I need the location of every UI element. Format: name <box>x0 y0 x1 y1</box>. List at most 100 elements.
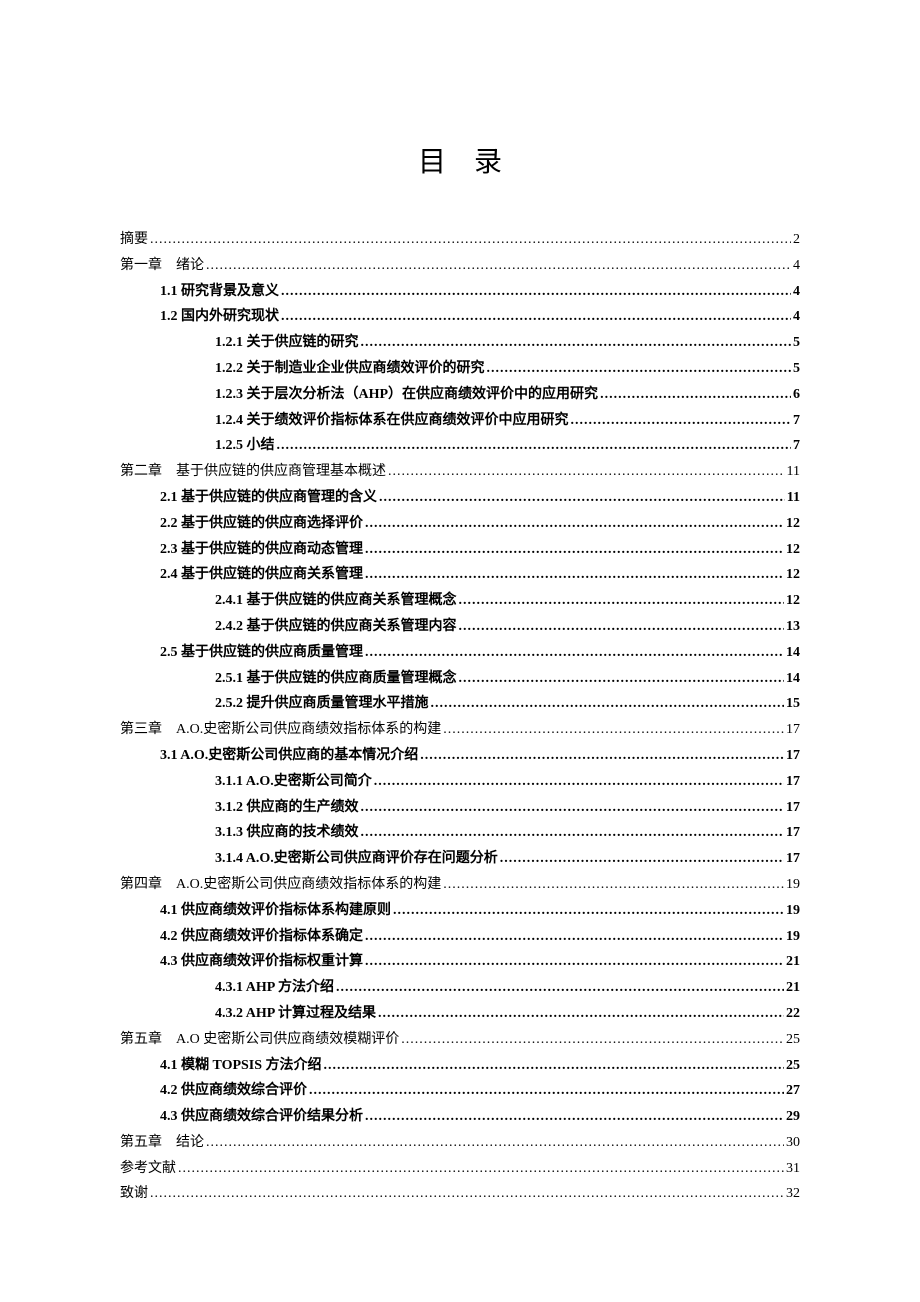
toc-entry-label: 1.2.1 关于供应链的研究 <box>215 331 359 355</box>
toc-entry-label: 致谢 <box>120 1182 148 1206</box>
toc-entry-page: 21 <box>786 950 800 974</box>
toc-leader-dots <box>336 976 784 1000</box>
toc-entry-label: 1.2.3 关于层次分析法（AHP）在供应商绩效评价中的应用研究 <box>215 383 598 407</box>
toc-entry: 3.1.1 A.O.史密斯公司简介 17 <box>120 770 800 794</box>
toc-entry-page: 19 <box>786 899 800 923</box>
toc-entry-page: 31 <box>786 1157 800 1181</box>
toc-leader-dots <box>393 899 784 923</box>
toc-leader-dots <box>378 1002 784 1026</box>
toc-entry-suffix: A.O.史密斯公司供应商绩效指标体系的构建 <box>176 718 441 742</box>
toc-entry-page: 30 <box>786 1131 800 1155</box>
toc-entry: 致谢32 <box>120 1182 800 1206</box>
toc-entry-label: 2.4.2 基于供应链的供应商关系管理内容 <box>215 615 457 639</box>
toc-leader-dots <box>150 1182 784 1206</box>
toc-entry-page: 25 <box>786 1054 800 1078</box>
toc-entry-label: 2.5.2 提升供应商质量管理水平措施 <box>215 692 429 716</box>
toc-leader-dots <box>420 744 784 768</box>
toc-entry-label: 2.5.1 基于供应链的供应商质量管理概念 <box>215 667 457 691</box>
toc-leader-dots <box>374 770 784 794</box>
toc-entry-page: 11 <box>787 486 800 510</box>
toc-entry-label: 第五章 <box>120 1131 162 1155</box>
toc-entry-page: 12 <box>786 563 800 587</box>
toc-entry-label: 3.1.2 供应商的生产绩效 <box>215 796 359 820</box>
toc-leader-dots <box>500 847 784 871</box>
toc-entry-label: 3.1.3 供应商的技术绩效 <box>215 821 359 845</box>
toc-entry-page: 14 <box>786 667 800 691</box>
toc-entry-label: 第三章 <box>120 718 162 742</box>
toc-entry: 1.2.2 关于制造业企业供应商绩效评价的研究 5 <box>120 357 800 381</box>
toc-entry: 4.2 供应商绩效综合评价 27 <box>120 1079 800 1103</box>
toc-entry-page: 4 <box>793 254 800 278</box>
toc-entry-page: 4 <box>793 280 800 304</box>
toc-entry-label: 4.2 供应商绩效综合评价 <box>160 1079 307 1103</box>
toc-entry-page: 22 <box>786 1002 800 1026</box>
toc-leader-dots <box>459 615 785 639</box>
toc-entry-page: 12 <box>786 589 800 613</box>
toc-entry-label: 2.2 基于供应链的供应商选择评价 <box>160 512 363 536</box>
toc-entry: 4.1 模糊 TOPSIS 方法介绍 25 <box>120 1054 800 1078</box>
toc-entry: 第四章A.O.史密斯公司供应商绩效指标体系的构建19 <box>120 873 800 897</box>
toc-entry: 参考文献 31 <box>120 1157 800 1181</box>
toc-entry-label: 1.2.2 关于制造业企业供应商绩效评价的研究 <box>215 357 485 381</box>
toc-entry-label: 4.2 供应商绩效评价指标体系确定 <box>160 925 363 949</box>
toc-leader-dots <box>365 950 784 974</box>
toc-leader-dots <box>379 486 785 510</box>
toc-entry: 2.4 基于供应链的供应商关系管理12 <box>120 563 800 587</box>
toc-entry-label: 3.1.4 A.O.史密斯公司供应商评价存在问题分析 <box>215 847 498 871</box>
toc-entry-label: 第一章 <box>120 254 162 278</box>
toc-leader-dots <box>571 409 792 433</box>
toc-entry-page: 14 <box>786 641 800 665</box>
toc-entry: 第五章结论30 <box>120 1131 800 1155</box>
toc-leader-dots <box>361 331 792 355</box>
toc-entry: 4.1 供应商绩效评价指标体系构建原则19 <box>120 899 800 923</box>
toc-leader-dots <box>365 563 784 587</box>
toc-leader-dots <box>361 796 785 820</box>
toc-entry-label: 2.5 基于供应链的供应商质量管理 <box>160 641 363 665</box>
toc-entry: 4.3 供应商绩效评价指标权重计算21 <box>120 950 800 974</box>
toc-entry: 第五章A.O 史密斯公司供应商绩效模糊评价25 <box>120 1028 800 1052</box>
toc-entry-page: 17 <box>786 770 800 794</box>
toc-entry-label: 4.3.1 AHP 方法介绍 <box>215 976 334 1000</box>
toc-entry-label: 4.3.2 AHP 计算过程及结果 <box>215 1002 376 1026</box>
toc-entry: 2.4.2 基于供应链的供应商关系管理内容13 <box>120 615 800 639</box>
toc-entry-label: 第二章 <box>120 460 162 484</box>
toc-entry-page: 7 <box>793 434 800 458</box>
toc-entry-label: 摘要 <box>120 228 148 252</box>
toc-entry-label: 第四章 <box>120 873 162 897</box>
table-of-contents: 摘要2第一章绪论41.1 研究背景及意义41.2 国内外研究现状41.2.1 关… <box>120 228 800 1206</box>
toc-entry: 4.3 供应商绩效综合评价结果分析29 <box>120 1105 800 1129</box>
toc-entry-label: 1.1 研究背景及意义 <box>160 280 279 304</box>
toc-entry: 3.1.2 供应商的生产绩效 17 <box>120 796 800 820</box>
toc-entry-page: 19 <box>786 873 800 897</box>
toc-leader-dots <box>431 692 785 716</box>
toc-entry-page: 17 <box>786 796 800 820</box>
toc-leader-dots <box>281 305 791 329</box>
toc-entry-label: 3.1.1 A.O.史密斯公司简介 <box>215 770 372 794</box>
toc-leader-dots <box>459 667 785 691</box>
toc-entry-label: 2.3 基于供应链的供应商动态管理 <box>160 538 363 562</box>
toc-entry-page: 21 <box>786 976 800 1000</box>
toc-entry-page: 12 <box>786 538 800 562</box>
toc-entry-page: 25 <box>786 1028 800 1052</box>
toc-entry-suffix: 基于供应链的供应商管理基本概述 <box>176 460 386 484</box>
toc-entry: 1.2.4 关于绩效评价指标体系在供应商绩效评价中应用研究7 <box>120 409 800 433</box>
toc-entry: 4.3.2 AHP 计算过程及结果 22 <box>120 1002 800 1026</box>
toc-entry-page: 5 <box>793 357 800 381</box>
toc-entry-page: 17 <box>786 718 800 742</box>
toc-entry-page: 12 <box>786 512 800 536</box>
toc-entry-page: 6 <box>793 383 800 407</box>
toc-entry-label: 2.1 基于供应链的供应商管理的含义 <box>160 486 377 510</box>
toc-entry-page: 27 <box>786 1079 800 1103</box>
toc-entry: 2.5.2 提升供应商质量管理水平措施15 <box>120 692 800 716</box>
toc-entry: 2.3 基于供应链的供应商动态管理 12 <box>120 538 800 562</box>
toc-entry-label: 4.1 模糊 TOPSIS 方法介绍 <box>160 1054 322 1078</box>
toc-entry: 2.2 基于供应链的供应商选择评价 12 <box>120 512 800 536</box>
toc-entry-label: 2.4.1 基于供应链的供应商关系管理概念 <box>215 589 457 613</box>
toc-entry: 1.1 研究背景及意义 4 <box>120 280 800 304</box>
toc-entry: 第二章基于供应链的供应商管理基本概述11 <box>120 460 800 484</box>
toc-entry-label: 参考文献 <box>120 1157 176 1181</box>
toc-entry-suffix: 绪论 <box>176 254 204 278</box>
toc-leader-dots <box>365 641 784 665</box>
toc-entry-label: 3.1 A.O.史密斯公司供应商的基本情况介绍 <box>160 744 418 768</box>
toc-entry: 1.2 国内外研究现状4 <box>120 305 800 329</box>
